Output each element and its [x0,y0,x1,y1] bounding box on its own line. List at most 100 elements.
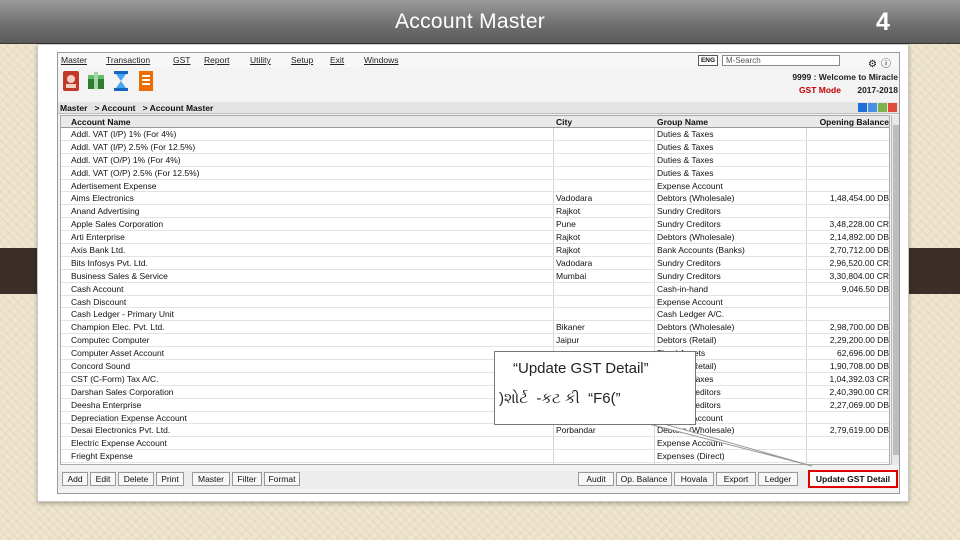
menu-bar: Master Transaction GST Report Utility Se… [58,53,899,70]
document-icon[interactable] [135,69,157,93]
menu-exit[interactable]: Exit [330,55,344,65]
table-row[interactable]: Darshan Sales CorporationSundry Creditor… [61,386,889,399]
filter-button[interactable]: Filter [232,472,262,486]
app-window: Master Transaction GST Report Utility Se… [57,52,900,494]
grid-scrollbar[interactable] [891,115,899,465]
table-row[interactable]: Anand Advertising Rajkot Sundry Creditors [61,205,889,219]
menu-transaction[interactable]: Transaction [106,55,150,65]
cell-group-name: Cash-in-hand [657,283,709,294]
table-row[interactable]: Cash Ledger - Primary Unit Cash Ledger A/… [61,308,889,322]
table-row[interactable]: Addl. VAT (O/P) 1% (For 4%) Duties & Taxe… [61,154,889,167]
language-badge[interactable]: ENG [698,55,718,66]
expand-icon[interactable] [878,103,887,112]
export-button[interactable]: Export [716,472,756,486]
delete-button[interactable]: Delete [118,472,154,486]
print-button[interactable]: Print [156,472,184,486]
menu-master[interactable]: Master [61,55,87,65]
table-row[interactable]: Deesha EnterpriseSundry Creditors2,27,06… [61,399,889,412]
table-row[interactable]: Desai Electronics Pvt. Ltd. Porbandar Debt… [61,424,889,438]
audit-button[interactable]: Audit [578,472,614,486]
table-row[interactable]: Frieght Expense Expenses (Direct) [61,450,889,464]
menu-report[interactable]: Report [204,55,230,65]
table-row[interactable]: Aims Electronics Vadodara Debtors (Wholesa… [61,192,889,206]
format-button[interactable]: Format [264,472,300,486]
column-header-account-name[interactable]: Account Name [71,116,551,128]
table-row[interactable]: Computec Computer Jaipur Debtors (Retail) 2… [61,334,889,348]
table-row[interactable]: Axis Bank Ltd. Rajkot Bank Accounts (Banks… [61,244,889,257]
cell-city: Ahmedabad [556,463,656,464]
table-row[interactable]: Arti Enterprise Rajkot Debtors (Wholesale)… [61,231,889,245]
cell-account-name: Frieght Expense [71,451,133,462]
cell-account-name: Cash Ledger - Primary Unit [71,309,174,320]
table-row[interactable]: Addl. VAT (I/P) 1% (For 4%) Duties & Taxe… [61,128,889,141]
hovala-button[interactable]: Hovala [674,472,714,486]
menu-gst[interactable]: GST [173,55,190,65]
op-balance-button[interactable]: Op. Balance [616,472,672,486]
address-book-icon[interactable] [60,69,82,93]
table-row[interactable]: Adertisement Expense Expense Account [61,180,889,193]
cell-account-name: Darshan Sales Corporation [71,386,174,397]
cell-opening-balance: 1,48,454.00 DB [829,193,889,204]
menu-setup[interactable]: Setup [291,55,313,65]
column-header-city[interactable]: City [556,116,656,128]
table-row[interactable]: Addl. VAT (O/P) 2.5% (For 12.5%) Duties &… [61,167,889,180]
refresh-icon[interactable] [858,103,867,112]
cell-account-name: Deesha Enterprise [71,399,142,410]
cell-city: Vadodara [556,193,593,204]
edit-button[interactable]: Edit [90,472,116,486]
close-icon[interactable] [888,103,897,112]
help-icon[interactable]: ⓘ [881,59,891,70]
search-input[interactable]: M-Search [722,55,840,66]
cell-group-name: Bank Accounts (Banks) [657,245,745,256]
cell-account-name: Adertisement Expense [71,180,157,191]
cell-opening-balance: 1,90,708.00 DB [829,361,889,372]
table-row[interactable]: Champion Elec. Pvt. Ltd. Bikaner Debtors (… [61,321,889,335]
table-row[interactable]: Cash Discount Expense Account [61,296,889,309]
package-icon[interactable] [85,69,107,93]
table-row[interactable]: CST (C-Form) Tax A/C.Duties & Taxes1,04,… [61,373,889,386]
menu-utility[interactable]: Utility [250,55,271,65]
cell-account-name: Electric Expense Account [71,438,167,449]
breadcrumb: Master > Account > Account Master [58,102,899,114]
cell-opening-balance: 2,40,390.00 CR [829,386,889,397]
ledger-button[interactable]: Ledger [758,472,798,486]
column-header-opening-balance[interactable]: Opening Balance [809,116,889,128]
action-bar: Add Edit Delete Print Master Filter Form… [58,470,899,489]
cell-opening-balance: 3,30,804.00 CR [829,270,889,281]
table-row[interactable]: Concord SoundDebtors (Retail)1,90,708.00… [61,360,889,373]
table-row[interactable]: Apple Sales Corporation Pune Sundry Credit… [61,218,889,232]
cell-group-name: Sundry Creditors [657,257,721,268]
cell-account-name: Bits Infosys Pvt. Ltd. [71,257,149,268]
cell-group-name: Duties & Taxes [657,129,714,139]
cell-account-name: Depreciation Expense Account [71,412,187,423]
cell-account-name: Furniture Asset Account [71,463,551,464]
cell-account-name: CST (C-Form) Tax A/C. [71,373,159,384]
add-button[interactable]: Add [62,472,88,486]
cell-account-name: Champion Elec. Pvt. Ltd. [71,322,165,333]
table-row[interactable]: Furniture Asset Account AhmedabadFixed As… [61,463,889,464]
update-gst-detail-button[interactable]: Update GST Detail [808,470,898,488]
table-row[interactable]: Business Sales & Service Mumbai Sundry Cre… [61,270,889,283]
scrollbar-thumb[interactable] [893,125,899,455]
menu-windows[interactable]: Windows [364,55,398,65]
cell-city: Jaipur [556,335,580,346]
cell-group-name: Duties & Taxes [657,167,714,178]
cell-account-name: Apple Sales Corporation [71,219,164,230]
column-header-group-name[interactable]: Group Name [657,116,807,128]
table-row[interactable]: Depreciation Expense AccountExpense Acco… [61,412,889,425]
cell-city: Rajkot [556,206,581,217]
gear-icon[interactable]: ⚙ [868,59,877,70]
cell-city: Porbandar [556,425,596,436]
minimize-icon[interactable] [868,103,877,112]
table-row[interactable]: Cash Account Cash-in-hand 9,046.50 DB [61,283,889,296]
table-row[interactable]: Computer Asset AccountFixed Assets62,696… [61,347,889,361]
table-row[interactable]: Addl. VAT (I/P) 2.5% (For 12.5%) Duties &… [61,141,889,154]
table-row[interactable]: Electric Expense Account Expense Account [61,437,889,451]
cell-city: Rajkot [556,232,581,243]
gst-mode-label: GST Mode [798,85,841,95]
hourglass-icon[interactable] [110,69,132,93]
master-button[interactable]: Master [192,472,230,486]
table-row[interactable]: Bits Infosys Pvt. Ltd. Vadodara Sundry Cre… [61,257,889,270]
cell-group-name: Debtors (Wholesale) [657,425,735,436]
cell-group-name: Duties & Taxes [657,154,714,165]
